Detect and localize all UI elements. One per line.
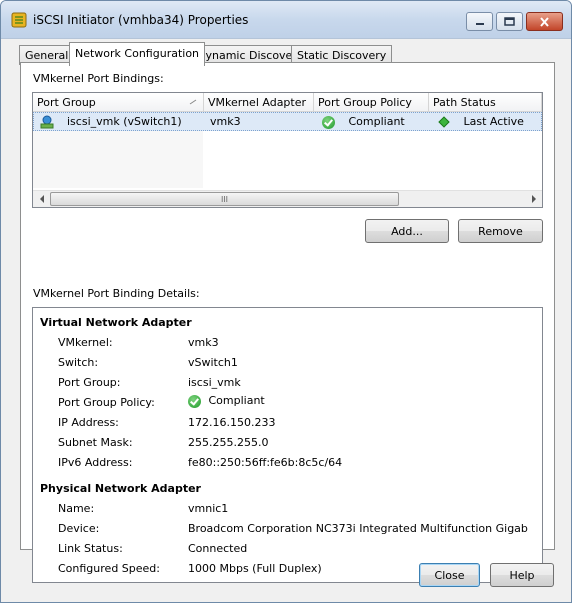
minimize-button[interactable] xyxy=(466,12,493,31)
virtual-adapter-heading: Virtual Network Adapter xyxy=(40,316,192,329)
scroll-thumb-grip: III xyxy=(220,194,229,204)
detail-label: VMkernel: xyxy=(58,336,113,349)
sort-icon xyxy=(189,99,197,105)
detail-label: Port Group Policy: xyxy=(58,396,155,409)
detail-label: Switch: xyxy=(58,356,99,369)
column-header-port-group[interactable]: Port Group xyxy=(33,93,204,112)
binding-details-panel: Virtual Network Adapter VMkernel: vmk3 S… xyxy=(32,307,543,583)
detail-label: Device: xyxy=(58,522,100,535)
tab-network-configuration[interactable]: Network Configuration xyxy=(69,42,206,66)
physical-adapter-heading: Physical Network Adapter xyxy=(40,482,201,495)
column-tint xyxy=(33,131,203,188)
iscsi-app-icon xyxy=(11,12,27,28)
port-bindings-table: Port Group VMkernel Adapter Port Group P… xyxy=(32,92,543,208)
help-button[interactable]: Help xyxy=(490,563,554,587)
close-button[interactable]: Close xyxy=(419,563,480,587)
maximize-button[interactable] xyxy=(496,12,523,31)
detail-value: 255.255.255.0 xyxy=(188,436,269,449)
title-bar[interactable]: iSCSI Initiator (vmhba34) Properties xyxy=(1,1,571,39)
detail-value-policy: Compliant xyxy=(188,394,265,408)
detail-value: iscsi_vmk xyxy=(188,376,241,389)
detail-label: Configured Speed: xyxy=(58,562,160,575)
scroll-left-button[interactable] xyxy=(33,191,50,207)
remove-button[interactable]: Remove xyxy=(458,219,543,243)
detail-value: Connected xyxy=(188,542,248,555)
arrow-right-icon xyxy=(531,195,536,203)
minimize-icon xyxy=(475,22,484,25)
detail-label: Port Group: xyxy=(58,376,121,389)
horizontal-scrollbar[interactable]: III xyxy=(33,190,542,207)
detail-value: Compliant xyxy=(208,394,265,407)
network-configuration-panel: VMkernel Port Bindings: Port Group VMker… xyxy=(20,62,555,583)
scroll-right-button[interactable] xyxy=(525,191,542,207)
compliant-check-icon xyxy=(322,115,335,129)
compliant-check-icon xyxy=(188,394,201,408)
detail-value: vmnic1 xyxy=(188,502,229,515)
detail-value: 172.16.150.233 xyxy=(188,416,276,429)
column-header-vmkernel-adapter[interactable]: VMkernel Adapter xyxy=(204,93,314,112)
detail-value: vSwitch1 xyxy=(188,356,238,369)
detail-value: vmk3 xyxy=(188,336,219,349)
path-status-label: Last Active xyxy=(463,115,524,128)
arrow-left-icon xyxy=(39,195,44,203)
path-status-cell: Last Active xyxy=(438,113,524,130)
table-header: Port Group VMkernel Adapter Port Group P… xyxy=(33,93,542,112)
detail-label: Name: xyxy=(58,502,95,515)
column-header-path-status[interactable]: Path Status xyxy=(429,93,542,112)
binding-details-label: VMkernel Port Binding Details: xyxy=(33,287,200,300)
port-bindings-label: VMkernel Port Bindings: xyxy=(33,72,164,85)
policy-cell: Compliant xyxy=(322,113,405,130)
detail-label: IPv6 Address: xyxy=(58,456,133,469)
port-group-cell: iscsi_vmk (vSwitch1) xyxy=(67,115,182,128)
close-window-button[interactable] xyxy=(526,12,563,31)
close-icon xyxy=(540,16,549,27)
policy-label: Compliant xyxy=(348,115,405,128)
maximize-icon xyxy=(504,17,515,26)
nic-icon xyxy=(40,113,54,130)
column-header-port-group-policy[interactable]: Port Group Policy xyxy=(314,93,429,112)
dialog-body: General Network Configuration Dynamic Di… xyxy=(1,39,571,602)
add-button[interactable]: Add... xyxy=(365,219,449,243)
detail-value: 1000 Mbps (Full Duplex) xyxy=(188,562,322,575)
column-header-label: Port Group xyxy=(37,96,96,109)
properties-window: iSCSI Initiator (vmhba34) Properties Gen… xyxy=(0,0,572,603)
vmkernel-adapter-cell: vmk3 xyxy=(210,115,241,128)
table-row[interactable]: iscsi_vmk (vSwitch1) vmk3 Compliant Last… xyxy=(33,112,542,131)
detail-value: fe80::250:56ff:fe6b:8c5c/64 xyxy=(188,456,343,469)
detail-label: Subnet Mask: xyxy=(58,436,133,449)
window-title: iSCSI Initiator (vmhba34) Properties xyxy=(33,13,249,27)
scroll-thumb[interactable]: III xyxy=(50,192,399,206)
active-path-icon xyxy=(438,116,450,128)
detail-label: IP Address: xyxy=(58,416,119,429)
detail-value: Broadcom Corporation NC373i Integrated M… xyxy=(188,522,528,535)
detail-label: Link Status: xyxy=(58,542,123,555)
